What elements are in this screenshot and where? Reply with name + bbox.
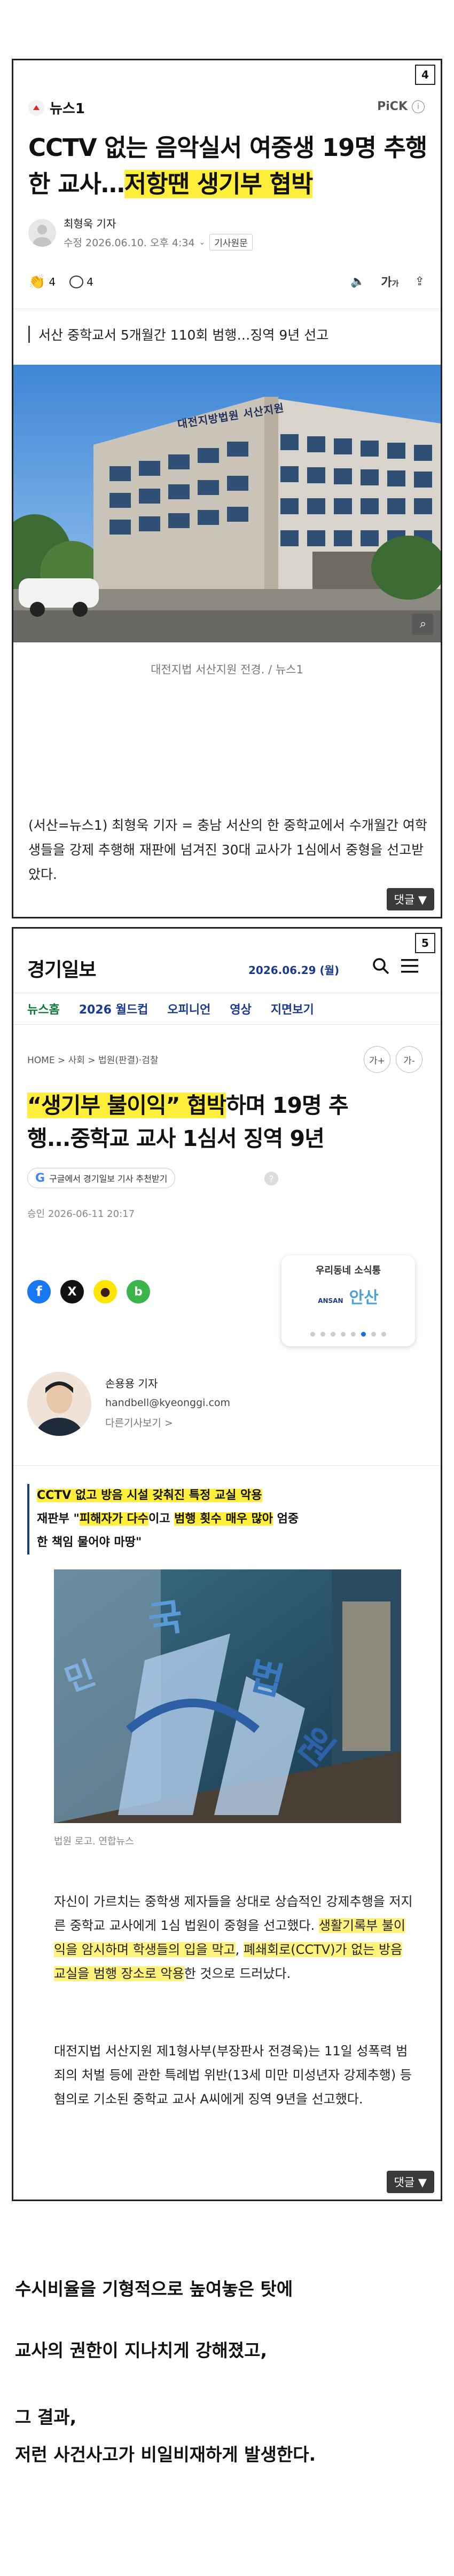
court-logo-photo: 국 법 원 민: [54, 1569, 401, 1823]
news-card-2: 5 경기일보 2026.06.29 (월) 뉴스홈 2026 월드컵 오피니언 …: [12, 927, 442, 2201]
reporter-email[interactable]: handbell@kyeonggi.com: [105, 1397, 230, 1409]
svg-text:국: 국: [145, 1595, 185, 1643]
article-title: CCTV 없는 음악실서 여중생 19명 추행한 교사…저항땐 생기부 협박: [28, 130, 429, 202]
kakaotalk-icon[interactable]: ●: [93, 1280, 117, 1303]
local-news-brand-kr: 안산: [349, 1289, 379, 1307]
paragraph-text: ,: [235, 1942, 244, 1957]
local-news-widget[interactable]: 우리동네 소식통 ANSAN 안산: [281, 1255, 415, 1346]
court-building-photo: 대전지방법원 서산지원 ⌕: [13, 365, 441, 642]
summary-line-3: 한 책임 물어야 마땅": [37, 1536, 142, 1549]
footer-text-4: 저런 사건사고가 비일비재하게 발생한다.: [15, 2444, 316, 2465]
clap-icon: 👏: [28, 274, 46, 290]
summary-text: 엄중: [273, 1512, 299, 1526]
header-date: 2026.06.29 (월): [248, 964, 340, 977]
reporter-avatar: [27, 1372, 91, 1436]
article-paragraph-2: 대전지법 서산지원 제1형사부(부장판사 전경욱)는 11일 성폭력 범죄의 처…: [54, 2044, 412, 2107]
band-icon[interactable]: b: [127, 1280, 150, 1303]
nav-item-video[interactable]: 영상: [230, 1000, 251, 1017]
text-size-icon[interactable]: 가가: [381, 273, 398, 290]
avatar: [28, 219, 56, 247]
chevron-down-icon[interactable]: ⌄: [199, 238, 206, 247]
article-title: “생기부 불이익” 협박하며 19명 추 행...중학교 교사 1심서 징역 9…: [27, 1089, 428, 1155]
site-logo[interactable]: 경기일보: [27, 954, 96, 982]
article-date: 수정 2026.06.10. 오후 4:34: [64, 237, 195, 249]
local-news-title: 우리동네 소식통: [315, 1265, 381, 1276]
menu-icon[interactable]: [400, 957, 419, 975]
footer-text-3: 그 결과,: [15, 2407, 77, 2428]
author-name[interactable]: 최형욱 기자: [64, 215, 253, 231]
summary-highlight: 피해자가 다수: [79, 1512, 148, 1526]
reporter-name: 손용용 기자: [105, 1377, 158, 1390]
title-highlight: “생기부 불이익” 협박: [27, 1093, 226, 1118]
comment-toggle-button[interactable]: 댓글 ▼: [386, 888, 434, 910]
zoom-icon[interactable]: ⌕: [415, 616, 431, 632]
like-button[interactable]: 👏 4: [28, 274, 56, 290]
paragraph-text: 한 것으로 드러났다.: [184, 1966, 291, 1981]
article-summary: CCTV 없고 방음 시설 갖춰진 특정 교실 악용 재판부 "피해자가 다수이…: [27, 1484, 432, 1554]
search-icon[interactable]: [371, 956, 390, 976]
article-body: (서산=뉴스1) 최형욱 기자 = 충남 서산의 한 중학교에서 수개월간 여학…: [28, 818, 427, 882]
footer-text-2: 교사의 권한이 지나치게 강해졌고,: [15, 2340, 268, 2361]
page-number: 5: [415, 933, 435, 953]
original-article-button[interactable]: 기사원문: [209, 234, 253, 250]
carousel-dots[interactable]: [281, 1332, 415, 1337]
local-news-brand: ANSAN: [318, 1297, 343, 1305]
reporter-more-link[interactable]: 다른기사보기 >: [105, 1415, 230, 1430]
comment-icon: [69, 276, 84, 288]
font-up-button[interactable]: 가+: [364, 1046, 390, 1073]
comment-button[interactable]: 4: [69, 276, 93, 288]
subtitle-bar: [28, 326, 30, 343]
font-down-button[interactable]: 가-: [396, 1046, 422, 1073]
title-text-1: 하며 19명 추: [226, 1093, 348, 1118]
facebook-icon[interactable]: f: [27, 1280, 51, 1303]
google-recommend-badge[interactable]: G 구글에서 경기일보 기사 추천받기: [27, 1168, 176, 1188]
x-icon[interactable]: X: [60, 1280, 84, 1303]
page-number: 4: [415, 65, 435, 85]
article-subtitle: 서산 중학교서 5개월간 110회 범행…징역 9년 선고: [38, 327, 329, 343]
summary-line-1: CCTV 없고 방음 시설 갖춰진 특정 교실 악용: [37, 1489, 262, 1502]
footer-text-1: 수시비율을 기형적으로 높여놓은 탓에: [15, 2279, 293, 2299]
summary-highlight: 범행 횟수 매우 많아: [174, 1512, 273, 1526]
summary-text: 재판부 ": [37, 1512, 80, 1526]
photo-caption: 대전지법 서산지원 전경. / 뉴스1: [151, 663, 303, 676]
like-count: 4: [49, 276, 56, 288]
photo-caption: 법원 로고. 연합뉴스: [54, 1836, 134, 1847]
pick-label: PiCK: [377, 100, 408, 113]
google-badge-label: 구글에서 경기일보 기사 추천받기: [49, 1174, 168, 1184]
publisher-logo-icon: [28, 99, 44, 116]
news-card-1: 4 뉴스1 PiCK i CCTV 없는 음악실서 여중생 19명 추행한 교사…: [12, 59, 442, 918]
google-icon: G: [35, 1171, 45, 1185]
info-icon[interactable]: i: [412, 100, 425, 113]
summary-text: 이고: [148, 1512, 175, 1526]
share-icon[interactable]: ⇪: [415, 275, 425, 288]
speaker-icon[interactable]: 🔈: [350, 275, 365, 288]
publisher-name[interactable]: 뉴스1: [50, 98, 85, 117]
comment-count: 4: [87, 276, 93, 288]
nav-bar: 뉴스홈 2026 월드컵 오피니언 영상 지면보기: [13, 993, 441, 1025]
nav-item-worldcup[interactable]: 2026 월드컵: [79, 1000, 148, 1017]
nav-item-news-home[interactable]: 뉴스홈: [27, 1000, 60, 1017]
help-icon[interactable]: ?: [264, 1172, 278, 1185]
approved-date: 승인 2026-06-11 20:17: [27, 1208, 135, 1220]
breadcrumb[interactable]: HOME > 사회 > 법원(판결)·검찰: [27, 1053, 158, 1066]
nav-item-opinion[interactable]: 오피니언: [167, 1000, 210, 1017]
nav-item-paper[interactable]: 지면보기: [271, 1000, 314, 1017]
comment-toggle-button[interactable]: 댓글 ▼: [386, 2171, 434, 2193]
article-paragraph-1: 자신이 가르치는 중학생 제자들을 상대로 상습적인 강제추행을 저지른 중학교…: [54, 1890, 417, 1986]
title-highlight: 저항땐 생기부 협박: [124, 170, 313, 198]
title-text-2: 행...중학교 교사 1심서 징역 9년: [27, 1126, 325, 1151]
